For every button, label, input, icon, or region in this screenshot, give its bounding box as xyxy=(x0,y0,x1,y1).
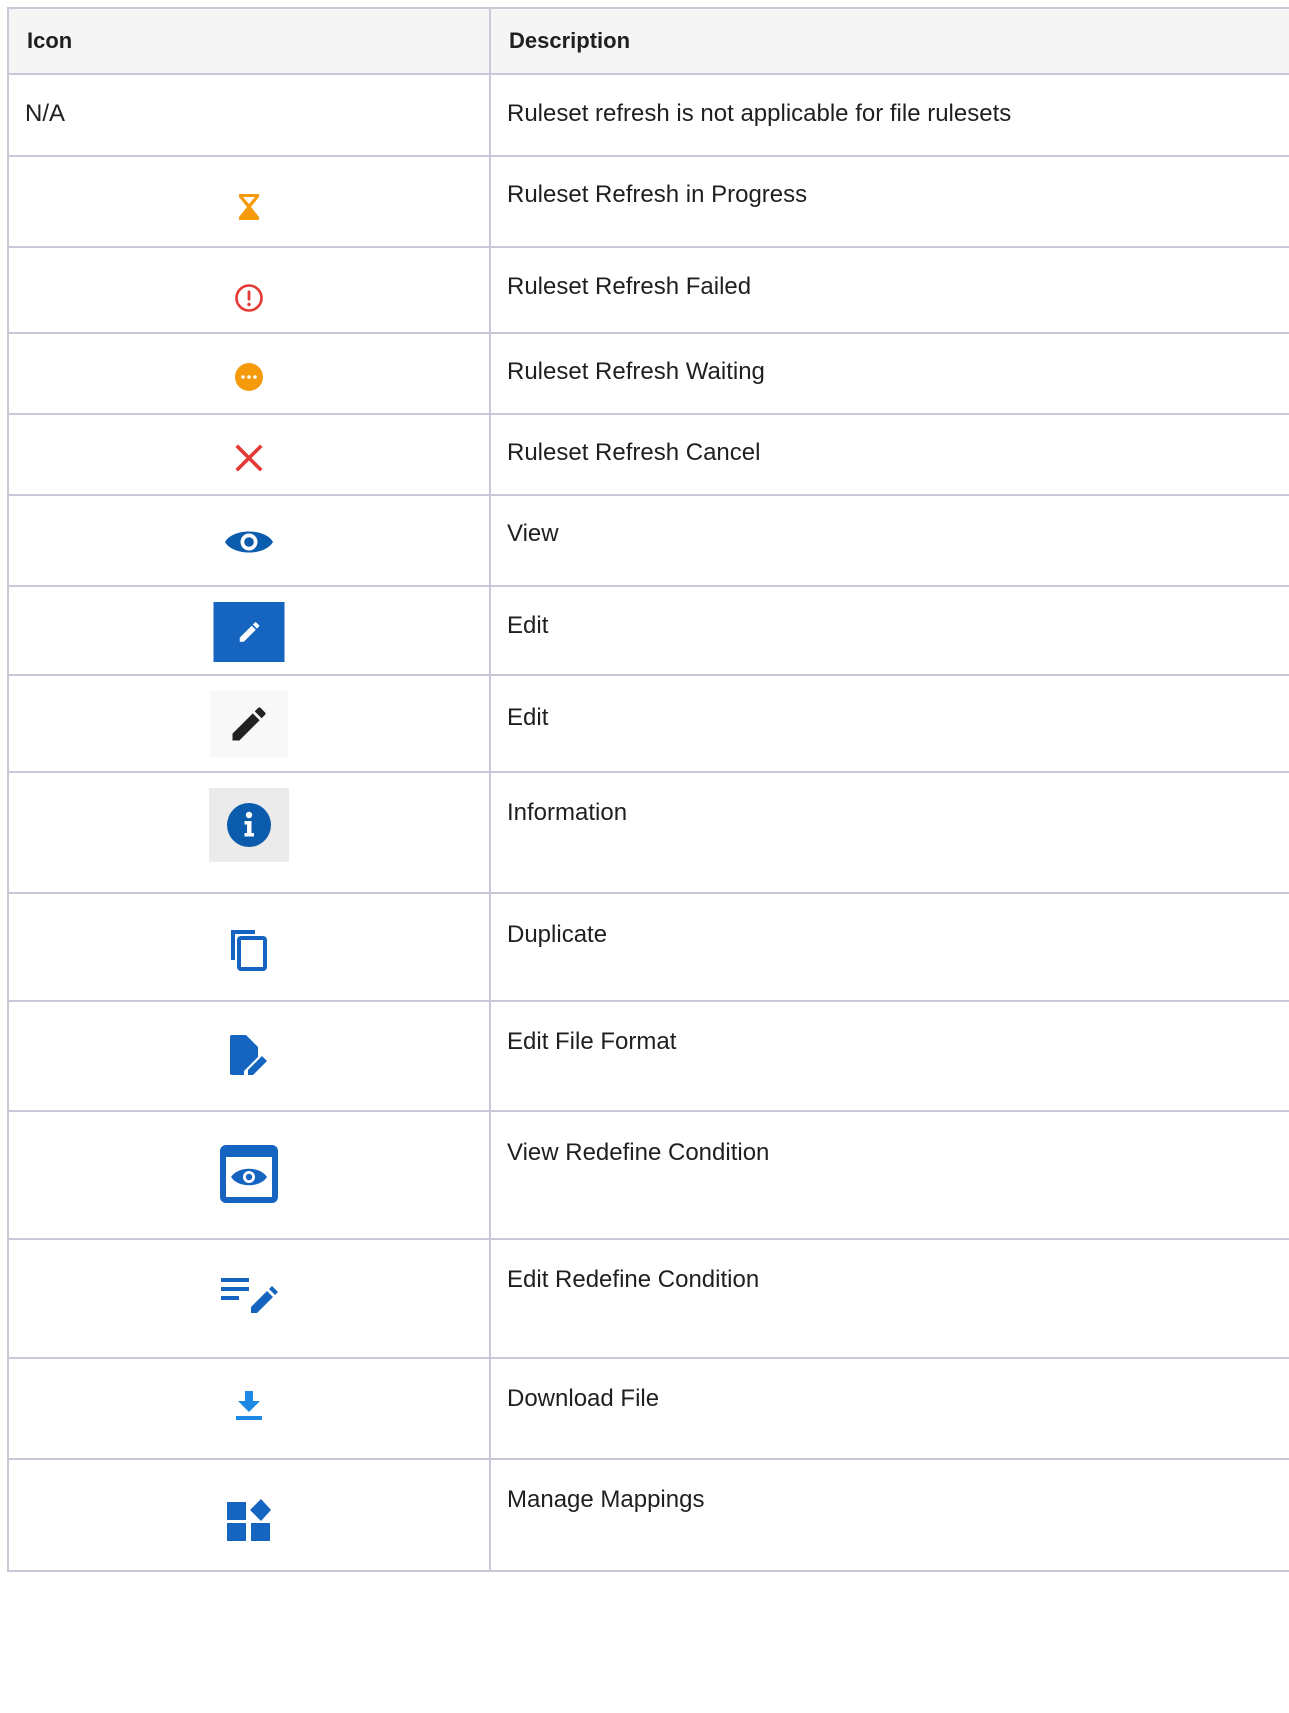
icon-cell xyxy=(7,1458,491,1572)
icon-cell xyxy=(7,413,491,496)
pencil-blue-box-icon xyxy=(213,602,285,662)
table-row: N/A Ruleset refresh is not applicable fo… xyxy=(7,73,1289,157)
table-row: Edit xyxy=(7,674,1289,773)
header-description: Description xyxy=(489,7,1289,75)
icon-cell xyxy=(7,1238,491,1359)
description-cell: View Redefine Condition xyxy=(489,1110,1289,1240)
description-cell: Edit xyxy=(489,674,1289,773)
icon-na-text: N/A xyxy=(25,100,66,127)
description-cell: Ruleset Refresh Cancel xyxy=(489,413,1289,496)
duplicate-icon xyxy=(228,927,270,971)
error-circle-icon xyxy=(234,283,264,313)
view-box-icon xyxy=(219,1144,279,1204)
description-text: Ruleset refresh is not applicable for fi… xyxy=(507,100,1012,127)
description-cell: Information xyxy=(489,771,1289,894)
header-icon: Icon xyxy=(7,7,491,75)
description-text: Ruleset Refresh Failed xyxy=(507,273,752,300)
close-x-icon xyxy=(235,444,263,472)
description-cell: Duplicate xyxy=(489,892,1289,1002)
description-cell: View xyxy=(489,494,1289,587)
icon-cell xyxy=(7,1110,491,1240)
description-text: Ruleset Refresh in Progress xyxy=(507,181,808,208)
description-text: Download File xyxy=(507,1385,660,1412)
description-text: Information xyxy=(507,799,628,826)
table-row: Information xyxy=(7,771,1289,894)
description-text: View xyxy=(507,520,559,547)
table-header-row: Icon Description xyxy=(7,7,1289,75)
description-text: Edit xyxy=(507,704,549,731)
description-cell: Manage Mappings xyxy=(489,1458,1289,1572)
icon-cell: N/A xyxy=(7,73,491,157)
description-cell: Edit Redefine Condition xyxy=(489,1238,1289,1359)
icon-cell xyxy=(7,1357,491,1460)
table-row: Download File xyxy=(7,1357,1289,1460)
description-cell: Ruleset Refresh Waiting xyxy=(489,332,1289,415)
icon-cell xyxy=(7,332,491,415)
description-text: View Redefine Condition xyxy=(507,1139,770,1166)
table-row: Ruleset Refresh Cancel xyxy=(7,413,1289,496)
table-row: Manage Mappings xyxy=(7,1458,1289,1572)
edit-file-icon xyxy=(226,1033,272,1077)
table-row: Duplicate xyxy=(7,892,1289,1002)
edit-list-icon xyxy=(219,1275,279,1315)
table-row: Ruleset Refresh in Progress xyxy=(7,155,1289,248)
description-text: Edit Redefine Condition xyxy=(507,1266,760,1293)
table-row: Edit Redefine Condition xyxy=(7,1238,1289,1359)
manage-mappings-icon xyxy=(226,1498,272,1542)
table-row: View Redefine Condition xyxy=(7,1110,1289,1240)
description-text: Manage Mappings xyxy=(507,1486,705,1513)
description-text: Ruleset Refresh Waiting xyxy=(507,358,765,385)
icon-cell xyxy=(7,246,491,334)
pencil-black-icon xyxy=(210,691,288,757)
description-cell: Download File xyxy=(489,1357,1289,1460)
table-row: Edit File Format xyxy=(7,1000,1289,1112)
icon-cell xyxy=(7,674,491,773)
icon-cell xyxy=(7,494,491,587)
table-row: Edit xyxy=(7,585,1289,676)
waiting-dots-icon xyxy=(234,362,264,392)
description-cell: Ruleset refresh is not applicable for fi… xyxy=(489,73,1289,157)
description-text: Edit xyxy=(507,612,549,639)
download-icon xyxy=(234,1389,264,1421)
description-cell: Edit xyxy=(489,585,1289,676)
icon-cell xyxy=(7,892,491,1002)
eye-icon xyxy=(223,526,275,558)
description-text: Edit File Format xyxy=(507,1028,677,1055)
description-cell: Edit File Format xyxy=(489,1000,1289,1112)
info-icon xyxy=(209,788,289,862)
table-row: Ruleset Refresh Failed xyxy=(7,246,1289,334)
icon-cell xyxy=(7,771,491,894)
table-row: View xyxy=(7,494,1289,587)
icon-cell xyxy=(7,585,491,676)
hourglass-icon xyxy=(238,193,260,221)
description-text: Ruleset Refresh Cancel xyxy=(507,439,761,466)
table-row: Ruleset Refresh Waiting xyxy=(7,332,1289,415)
description-cell: Ruleset Refresh in Progress xyxy=(489,155,1289,248)
description-cell: Ruleset Refresh Failed xyxy=(489,246,1289,334)
icon-cell xyxy=(7,155,491,248)
icon-cell xyxy=(7,1000,491,1112)
description-text: Duplicate xyxy=(507,921,608,948)
icon-table: Icon Description N/A Ruleset refresh is … xyxy=(7,7,1289,1572)
